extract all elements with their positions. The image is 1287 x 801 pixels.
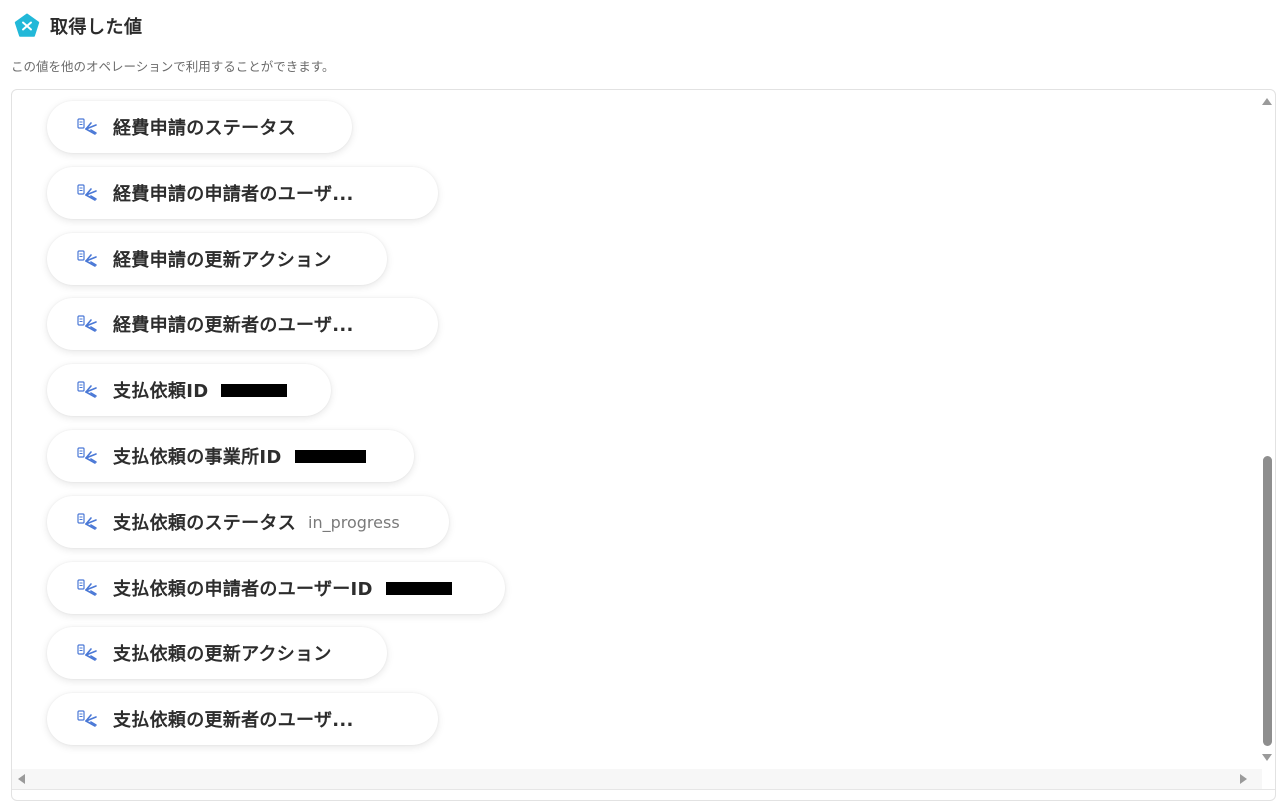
- output-value-chip[interactable]: 経費申請のステータス: [47, 101, 352, 153]
- field-output-icon: [77, 117, 99, 137]
- output-value-label: 支払依頼の更新者のユーザ...: [113, 710, 354, 731]
- output-value-label: 経費申請の更新者のユーザ...: [113, 315, 354, 336]
- output-value-label: 支払依頼のステータス: [113, 513, 296, 534]
- page-title: 取得した値: [50, 17, 143, 38]
- output-value-chip[interactable]: 経費申請の更新者のユーザ...: [47, 298, 438, 350]
- output-value-label: 経費申請の申請者のユーザ...: [113, 184, 354, 205]
- output-value-chip[interactable]: 支払依頼の事業所ID: [47, 430, 414, 482]
- scroll-right-arrow-icon[interactable]: [1240, 774, 1247, 784]
- panel-divider: [12, 789, 1275, 790]
- scroll-down-arrow-icon[interactable]: [1262, 754, 1272, 761]
- field-output-icon: [77, 446, 99, 466]
- output-value-chip[interactable]: 支払依頼の更新アクション: [47, 627, 387, 679]
- field-output-icon: [77, 183, 99, 203]
- redacted-value: [294, 449, 366, 463]
- vertical-scrollbar-thumb[interactable]: [1263, 456, 1272, 746]
- output-value-label: 支払依頼ID: [113, 381, 209, 402]
- yoom-logo-icon: [14, 13, 40, 39]
- output-value-chip[interactable]: 支払依頼の申請者のユーザーID: [47, 562, 505, 614]
- output-value-label: 経費申請のステータス: [113, 118, 296, 139]
- field-output-icon: [77, 578, 99, 598]
- redacted-value: [221, 383, 288, 397]
- redacted-value: [385, 581, 452, 595]
- output-value-chip[interactable]: 支払依頼ID: [47, 364, 331, 416]
- page-description: この値を他のオペレーションで利用することができます。: [11, 59, 335, 74]
- output-value-label: 支払依頼の事業所ID: [113, 447, 282, 468]
- scroll-left-arrow-icon[interactable]: [18, 774, 25, 784]
- field-output-icon: [77, 512, 99, 532]
- output-value-chip[interactable]: 支払依頼の更新者のユーザ...: [47, 693, 438, 745]
- output-value-chip[interactable]: 経費申請の更新アクション: [47, 233, 387, 285]
- field-output-icon: [77, 314, 99, 334]
- field-output-icon: [77, 380, 99, 400]
- field-output-icon: [77, 709, 99, 729]
- output-value-label: 支払依頼の申請者のユーザーID: [113, 579, 373, 600]
- header: 取得した値: [14, 12, 143, 40]
- output-value-chip[interactable]: 支払依頼のステータス in_progress: [47, 496, 449, 548]
- field-output-icon: [77, 249, 99, 269]
- output-value-chip[interactable]: 経費申請の申請者のユーザ...: [47, 167, 438, 219]
- output-value-label: 支払依頼の更新アクション: [113, 644, 332, 665]
- output-values-panel: 経費申請のステータス経費申請の申請者のユーザ... 経費申請の更新アクション経費申…: [11, 89, 1276, 801]
- vertical-scrollbar[interactable]: [1261, 90, 1275, 770]
- scroll-up-arrow-icon[interactable]: [1262, 98, 1272, 105]
- output-value-label: 経費申請の更新アクション: [113, 250, 332, 271]
- horizontal-scrollbar[interactable]: [12, 769, 1262, 789]
- field-output-icon: [77, 643, 99, 663]
- output-value-text: in_progress: [308, 512, 400, 532]
